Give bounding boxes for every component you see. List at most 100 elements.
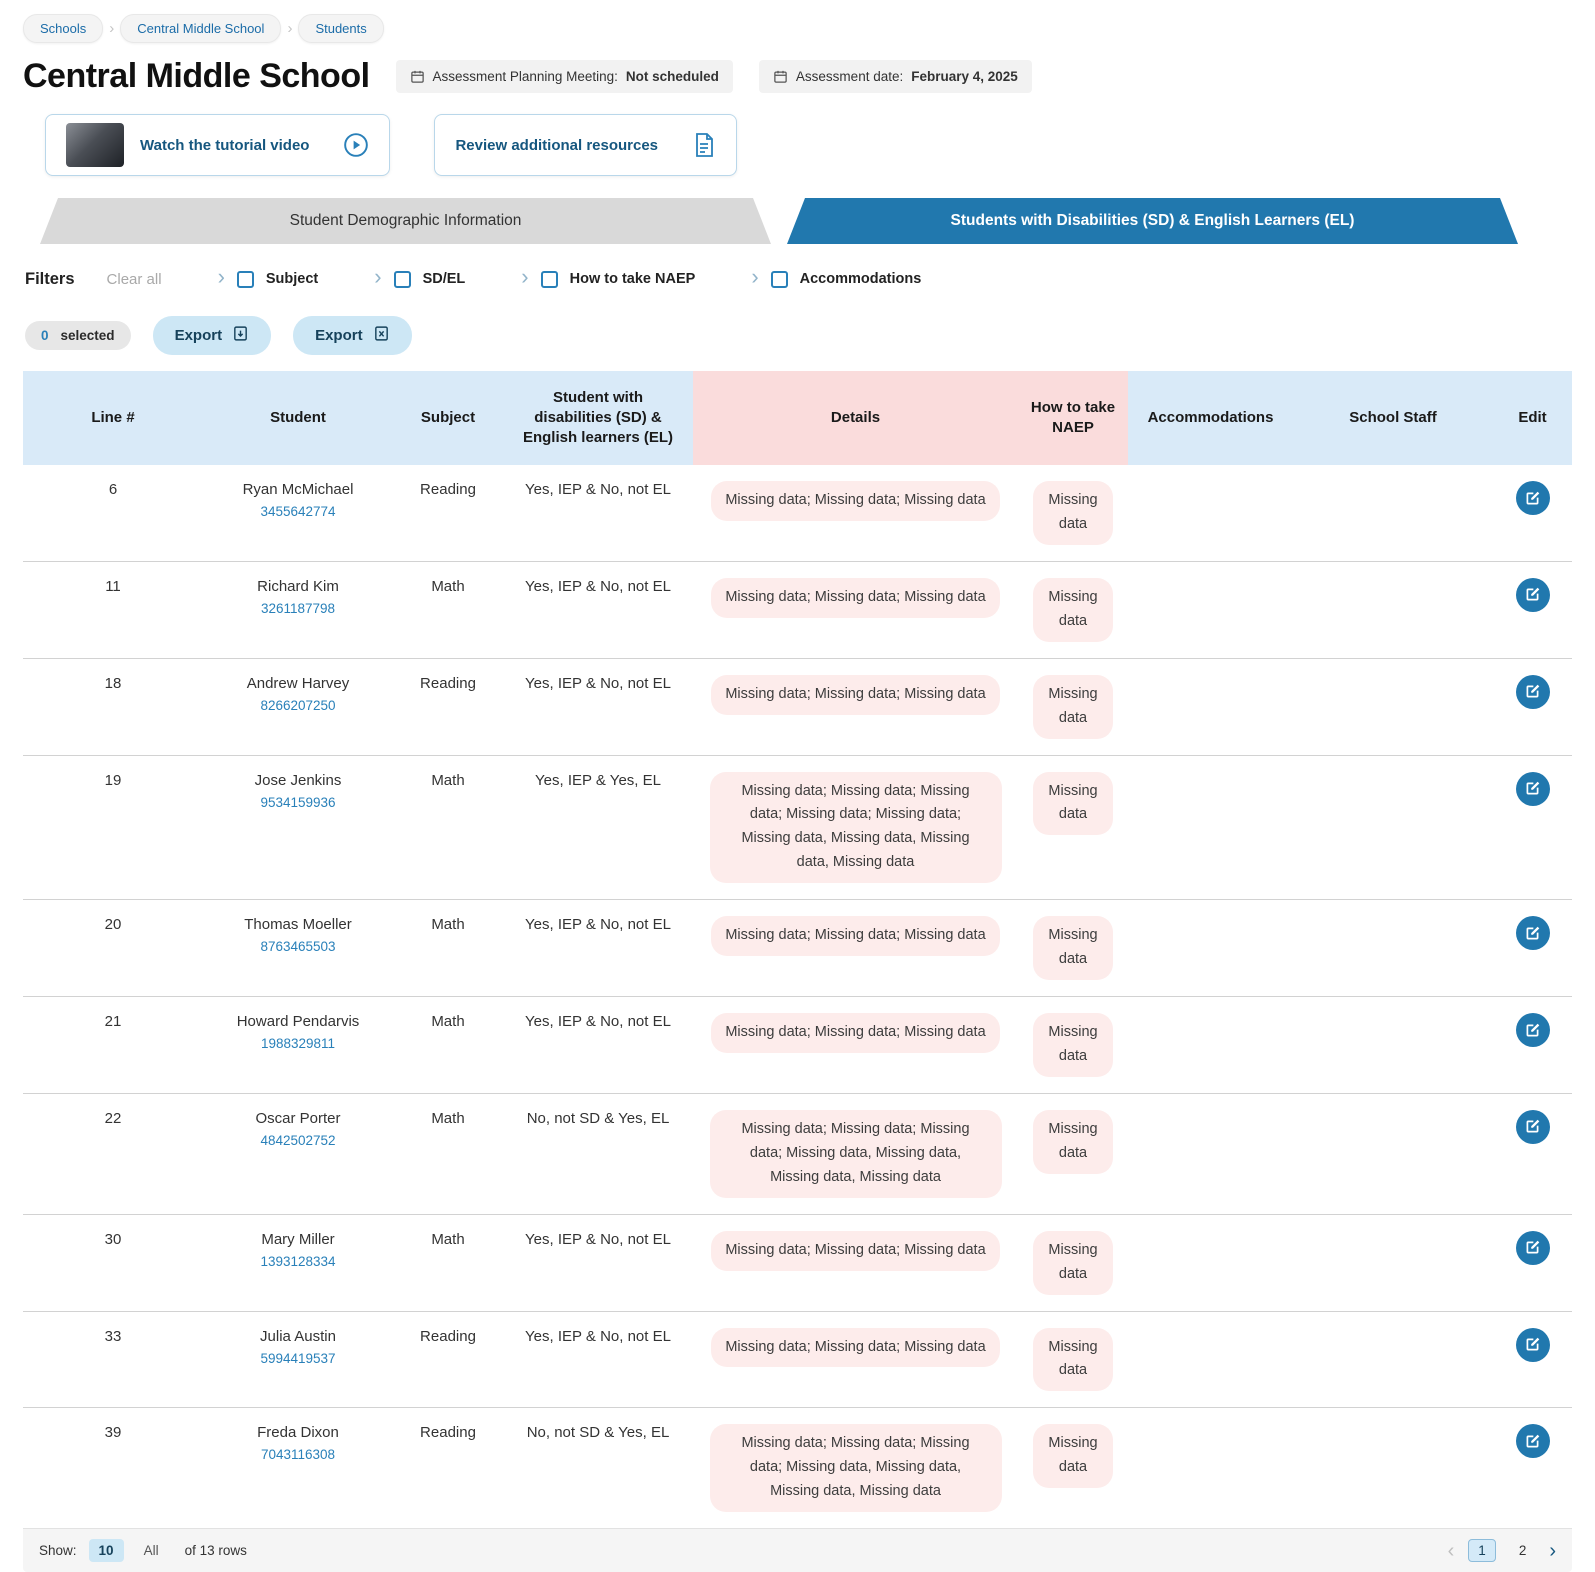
edit-button[interactable] xyxy=(1516,772,1550,806)
export-pdf-button[interactable]: Export xyxy=(153,316,272,355)
student-id-link[interactable]: 4842502752 xyxy=(260,1133,335,1148)
details-cell: Missing data; Missing data; Missing data xyxy=(693,659,1018,755)
column-header-subject: Subject xyxy=(393,371,503,465)
filter-label[interactable]: How to take NAEP xyxy=(570,271,696,287)
student-id-link[interactable]: 8266207250 xyxy=(260,698,335,713)
filter-group-subject: › Subject xyxy=(218,268,319,290)
page-button-2[interactable]: 2 xyxy=(1510,1540,1536,1561)
subject-cell: Math xyxy=(393,562,503,658)
student-id-link[interactable]: 3261187798 xyxy=(261,601,335,616)
missing-data-pill: Missing data; Missing data; Missing data xyxy=(711,578,999,618)
page-button-1[interactable]: 1 xyxy=(1468,1539,1496,1562)
filter-label[interactable]: SD/EL xyxy=(423,271,466,287)
clear-all-button[interactable]: Clear all xyxy=(107,271,162,288)
accommodations-cell xyxy=(1128,1094,1293,1214)
student-name: Jose Jenkins xyxy=(255,772,342,789)
play-icon[interactable] xyxy=(343,132,369,158)
details-cell: Missing data; Missing data; Missing data xyxy=(693,900,1018,996)
tab-demographic-information[interactable]: Student Demographic Information xyxy=(40,198,771,244)
missing-data-pill: Missing data xyxy=(1033,481,1113,545)
table-row: 30Mary Miller1393128334MathYes, IEP & No… xyxy=(23,1214,1572,1311)
student-name: Mary Miller xyxy=(261,1231,334,1248)
line-number-cell: 11 xyxy=(23,562,203,658)
page-title: Central Middle School xyxy=(23,57,370,96)
rows-count-label: of 13 rows xyxy=(185,1543,247,1558)
edit-button[interactable] xyxy=(1516,1328,1550,1362)
export-excel-label: Export xyxy=(315,327,363,344)
export-excel-button[interactable]: Export xyxy=(293,316,412,355)
edit-button[interactable] xyxy=(1516,1110,1550,1144)
student-id-link[interactable]: 5994419537 xyxy=(260,1351,335,1366)
edit-button[interactable] xyxy=(1516,675,1550,709)
edit-cell xyxy=(1493,900,1572,996)
subject-filter-checkbox[interactable] xyxy=(237,271,254,288)
student-id-link[interactable]: 3455642774 xyxy=(260,504,335,519)
missing-data-pill: Missing data; Missing data; Missing data… xyxy=(710,1424,1002,1512)
chevron-right-icon[interactable]: › xyxy=(751,266,758,288)
show-label: Show: xyxy=(39,1543,77,1558)
tab-sd-el[interactable]: Students with Disabilities (SD) & Englis… xyxy=(787,198,1518,244)
student-id-link[interactable]: 1393128334 xyxy=(260,1254,335,1269)
accommodations-cell xyxy=(1128,659,1293,755)
student-id-link[interactable]: 7043116308 xyxy=(261,1447,335,1462)
edit-cell xyxy=(1493,465,1572,561)
previous-page-icon[interactable]: ‹ xyxy=(1448,1541,1455,1561)
badge-label: Assessment date: xyxy=(796,69,903,84)
sd-el-cell: No, not SD & Yes, EL xyxy=(503,1408,693,1528)
edit-cell xyxy=(1493,756,1572,900)
table-row: 11Richard Kim3261187798MathYes, IEP & No… xyxy=(23,561,1572,658)
subject-cell: Math xyxy=(393,756,503,900)
table-header: Line # Student Subject Student with disa… xyxy=(23,371,1572,465)
table-row: 39Freda Dixon7043116308ReadingNo, not SD… xyxy=(23,1407,1572,1528)
page-size-all[interactable]: All xyxy=(134,1539,169,1562)
page-size-10[interactable]: 10 xyxy=(89,1539,124,1562)
edit-button[interactable] xyxy=(1516,578,1550,612)
assessment-date-badge: Assessment date: February 4, 2025 xyxy=(759,60,1032,93)
missing-data-pill: Missing data xyxy=(1033,675,1113,739)
sd-el-cell: Yes, IEP & No, not EL xyxy=(503,1215,693,1311)
chevron-right-icon[interactable]: › xyxy=(521,266,528,288)
accommodations-filter-checkbox[interactable] xyxy=(771,271,788,288)
line-number-cell: 6 xyxy=(23,465,203,561)
additional-resources-card[interactable]: Review additional resources xyxy=(434,114,737,176)
chevron-right-icon[interactable]: › xyxy=(218,266,225,288)
missing-data-pill: Missing data; Missing data; Missing data xyxy=(711,675,999,715)
calendar-icon xyxy=(773,69,788,84)
edit-button[interactable] xyxy=(1516,1013,1550,1047)
student-cell: Julia Austin5994419537 xyxy=(203,1312,393,1408)
column-header-accommodations: Accommodations xyxy=(1128,371,1293,465)
breadcrumb-item-school[interactable]: Central Middle School xyxy=(120,14,281,43)
edit-button[interactable] xyxy=(1516,916,1550,950)
naep-filter-checkbox[interactable] xyxy=(541,271,558,288)
filter-label[interactable]: Subject xyxy=(266,271,318,287)
sd-el-cell: Yes, IEP & Yes, EL xyxy=(503,756,693,900)
student-id-link[interactable]: 8763465503 xyxy=(260,939,335,954)
next-page-icon[interactable]: › xyxy=(1549,1541,1556,1561)
document-icon xyxy=(692,132,716,158)
selected-count-pill: 0 selected xyxy=(25,321,131,350)
student-id-link[interactable]: 1988329811 xyxy=(261,1036,335,1051)
breadcrumb-item-students[interactable]: Students xyxy=(298,14,383,43)
edit-button[interactable] xyxy=(1516,1231,1550,1265)
how-to-take-naep-cell: Missing data xyxy=(1018,756,1128,900)
resource-cards: Watch the tutorial video Review addition… xyxy=(45,114,1572,176)
breadcrumb-item-schools[interactable]: Schools xyxy=(23,14,103,43)
edit-cell xyxy=(1493,1215,1572,1311)
sd-el-cell: Yes, IEP & No, not EL xyxy=(503,1312,693,1408)
student-id-link[interactable]: 9534159936 xyxy=(260,795,335,810)
table-row: 18Andrew Harvey8266207250ReadingYes, IEP… xyxy=(23,658,1572,755)
school-staff-cell xyxy=(1293,1215,1493,1311)
edit-button[interactable] xyxy=(1516,481,1550,515)
edit-button[interactable] xyxy=(1516,1424,1550,1458)
school-staff-cell xyxy=(1293,997,1493,1093)
details-cell: Missing data; Missing data; Missing data xyxy=(693,997,1018,1093)
chevron-right-icon[interactable]: › xyxy=(374,266,381,288)
table-row: 22Oscar Porter4842502752MathNo, not SD &… xyxy=(23,1093,1572,1214)
school-staff-cell xyxy=(1293,465,1493,561)
sdel-filter-checkbox[interactable] xyxy=(394,271,411,288)
tutorial-video-card[interactable]: Watch the tutorial video xyxy=(45,114,390,176)
table-row: 6Ryan McMichael3455642774ReadingYes, IEP… xyxy=(23,465,1572,561)
filter-label[interactable]: Accommodations xyxy=(800,271,922,287)
edit-cell xyxy=(1493,1312,1572,1408)
how-to-take-naep-cell: Missing data xyxy=(1018,465,1128,561)
